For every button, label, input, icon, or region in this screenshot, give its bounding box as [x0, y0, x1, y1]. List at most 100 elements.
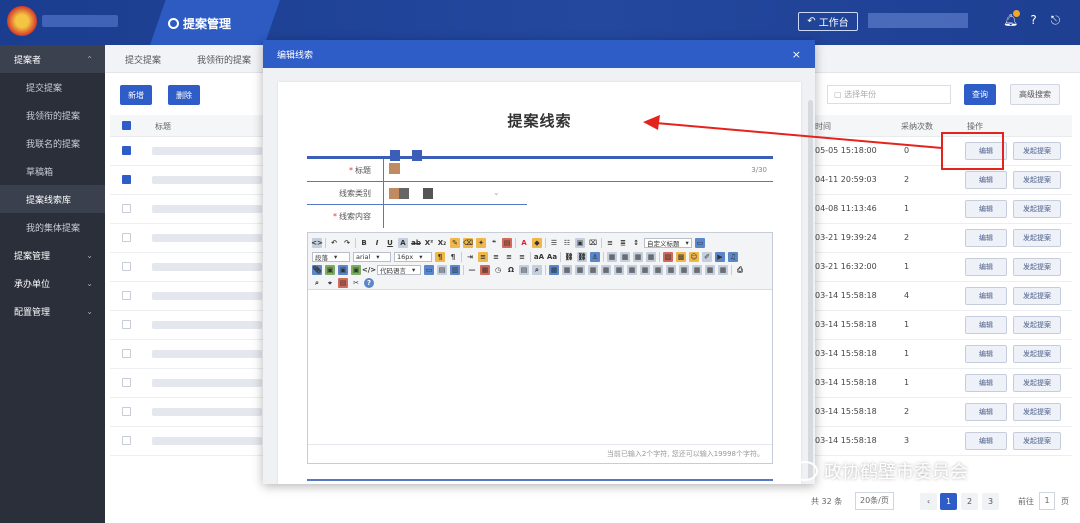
image-left-icon[interactable]: ▦ [620, 252, 630, 262]
page-size-select[interactable]: 20条/页 [855, 492, 894, 510]
merge-right-icon[interactable]: ▦ [653, 265, 663, 275]
template-icon[interactable]: ▤ [437, 265, 447, 275]
align-left-icon[interactable]: ≡ [478, 252, 488, 262]
search-replace-icon[interactable]: ⌕ [532, 265, 542, 275]
logout-icon[interactable]: ⎋ [1048, 13, 1063, 28]
uppercase-icon[interactable]: aA [534, 252, 544, 262]
delete-table-icon[interactable]: ▦ [562, 265, 572, 275]
highlight-icon[interactable]: ◆ [532, 238, 542, 248]
row-title-redacted[interactable] [152, 292, 262, 300]
initiate-proposal-button[interactable]: 发起提案 [1013, 345, 1061, 363]
prev-page-button[interactable]: ‹ [920, 493, 937, 510]
app-title[interactable]: 提案管理 [168, 15, 231, 32]
blockquote-icon[interactable]: ❝ [489, 238, 499, 248]
edit-button[interactable]: 编辑 [965, 374, 1007, 392]
page-3[interactable]: 3 [982, 493, 999, 510]
row-checkbox[interactable] [122, 146, 131, 155]
workbench-button[interactable]: ↶ 工作台 [798, 12, 858, 31]
format-painter-icon[interactable]: ✎ [450, 238, 460, 248]
close-icon[interactable]: × [792, 48, 801, 61]
redo-icon[interactable]: ↷ [342, 238, 352, 248]
delete-button[interactable]: 删除 [168, 85, 200, 105]
date-icon[interactable]: ▦ [480, 265, 490, 275]
horizontal-rule-icon[interactable]: — [467, 265, 477, 275]
insert-col-icon[interactable]: ▦ [614, 265, 624, 275]
align-right-icon[interactable]: ≡ [504, 252, 514, 262]
row-checkbox[interactable] [122, 204, 131, 213]
insert-frame-icon[interactable]: ▣ [351, 265, 361, 275]
custom-title-select[interactable]: 自定义标题 ▾ [644, 238, 692, 248]
page-2[interactable]: 2 [961, 493, 978, 510]
font-color-icon[interactable]: A [519, 238, 529, 248]
source-icon[interactable]: <> [311, 238, 323, 248]
sidebar-item-collective[interactable]: 我的集体提案 [0, 213, 105, 241]
music-icon[interactable]: ♫ [728, 252, 738, 262]
scrawl-icon[interactable]: ✐ [702, 252, 712, 262]
gmap-icon[interactable]: ▣ [338, 265, 348, 275]
emotion-icon[interactable]: ☺ [689, 252, 699, 262]
rtl-icon[interactable]: ¶ [448, 252, 458, 262]
code-language-select[interactable]: 代码语言 ▾ [377, 265, 421, 275]
undo-icon[interactable]: ↶ [329, 238, 339, 248]
insert-row-icon[interactable]: ▦ [588, 265, 598, 275]
initiate-proposal-button[interactable]: 发起提案 [1013, 200, 1061, 218]
insert-paragraph-before-table-icon[interactable]: ▦ [575, 265, 585, 275]
paragraph-select[interactable]: 段落 ▾ [312, 252, 350, 262]
initiate-proposal-button[interactable]: 发起提案 [1013, 403, 1061, 421]
title-input-redacted[interactable] [389, 163, 400, 174]
sidebar-item-lead[interactable]: 我领衔的提案 [0, 101, 105, 129]
strikethrough-icon[interactable]: ab [411, 238, 421, 248]
goto-input[interactable]: 1 [1039, 492, 1055, 510]
edit-button[interactable]: 编辑 [965, 171, 1007, 189]
initiate-proposal-button[interactable]: 发起提案 [1013, 316, 1061, 334]
edit-button[interactable]: 编辑 [965, 403, 1007, 421]
page-break-icon[interactable]: ▭ [424, 265, 434, 275]
row-title-redacted[interactable] [152, 234, 262, 242]
sidebar-item-drafts[interactable]: 草稿箱 [0, 157, 105, 185]
draft-icon[interactable]: ▤ [338, 278, 348, 288]
row-title-redacted[interactable] [152, 350, 262, 358]
row-checkbox[interactable] [122, 349, 131, 358]
auto-typeset-icon[interactable]: ✦ [476, 238, 486, 248]
initiate-proposal-button[interactable]: 发起提案 [1013, 171, 1061, 189]
row-checkbox[interactable] [122, 436, 131, 445]
tab-submit[interactable]: 提交提案 [125, 53, 161, 66]
insert-code-icon[interactable]: </> [362, 265, 376, 275]
paste-plain-icon[interactable]: ▤ [502, 238, 512, 248]
row-title-redacted[interactable] [152, 263, 262, 271]
ordered-list-icon[interactable]: ☰ [549, 238, 559, 248]
print-icon[interactable]: ⎙ [735, 265, 745, 275]
wordimage-icon[interactable]: ▤ [519, 265, 529, 275]
anchor-icon[interactable]: ⚓ [590, 252, 600, 262]
user-info-redacted[interactable] [868, 13, 968, 28]
insert-video-icon[interactable]: ▶ [715, 252, 725, 262]
query-button[interactable]: 查询 [964, 84, 996, 105]
font-size-select[interactable]: 16px ▾ [394, 252, 432, 262]
row-title-redacted[interactable] [152, 205, 262, 213]
indent-icon[interactable]: ⇥ [465, 252, 475, 262]
link-icon[interactable]: ⛓ [564, 252, 574, 262]
delete-col-icon[interactable]: ▦ [627, 265, 637, 275]
initiate-proposal-button[interactable]: 发起提案 [1013, 432, 1061, 450]
unordered-list-icon[interactable]: ☷ [562, 238, 572, 248]
chevron-down-icon[interactable]: ⌄ [493, 188, 500, 197]
edit-button[interactable]: 编辑 [965, 229, 1007, 247]
row-checkbox[interactable] [122, 320, 131, 329]
advanced-search-button[interactable]: 高级搜索 [1010, 84, 1060, 105]
row-spacing-top-icon[interactable]: ≡ [605, 238, 615, 248]
subscript-icon[interactable]: X₂ [437, 238, 447, 248]
edit-button[interactable]: 编辑 [965, 432, 1007, 450]
row-checkbox[interactable] [122, 407, 131, 416]
split-cells-icon[interactable]: ▦ [679, 265, 689, 275]
lowercase-icon[interactable]: Aa [547, 252, 557, 262]
help-icon[interactable]: ? [364, 278, 374, 288]
sidebar-item-cosign[interactable]: 我联名的提案 [0, 129, 105, 157]
row-title-redacted[interactable] [152, 176, 262, 184]
line-height-icon[interactable]: ↕ [631, 238, 641, 248]
tab-lead[interactable]: 我领衔的提案 [197, 53, 251, 66]
chart-icon[interactable]: ▦ [718, 265, 728, 275]
clear-doc-icon[interactable]: ⌧ [588, 238, 598, 248]
row-title-redacted[interactable] [152, 408, 262, 416]
image-center-icon[interactable]: ▦ [646, 252, 656, 262]
edit-button[interactable]: 编辑 [965, 345, 1007, 363]
